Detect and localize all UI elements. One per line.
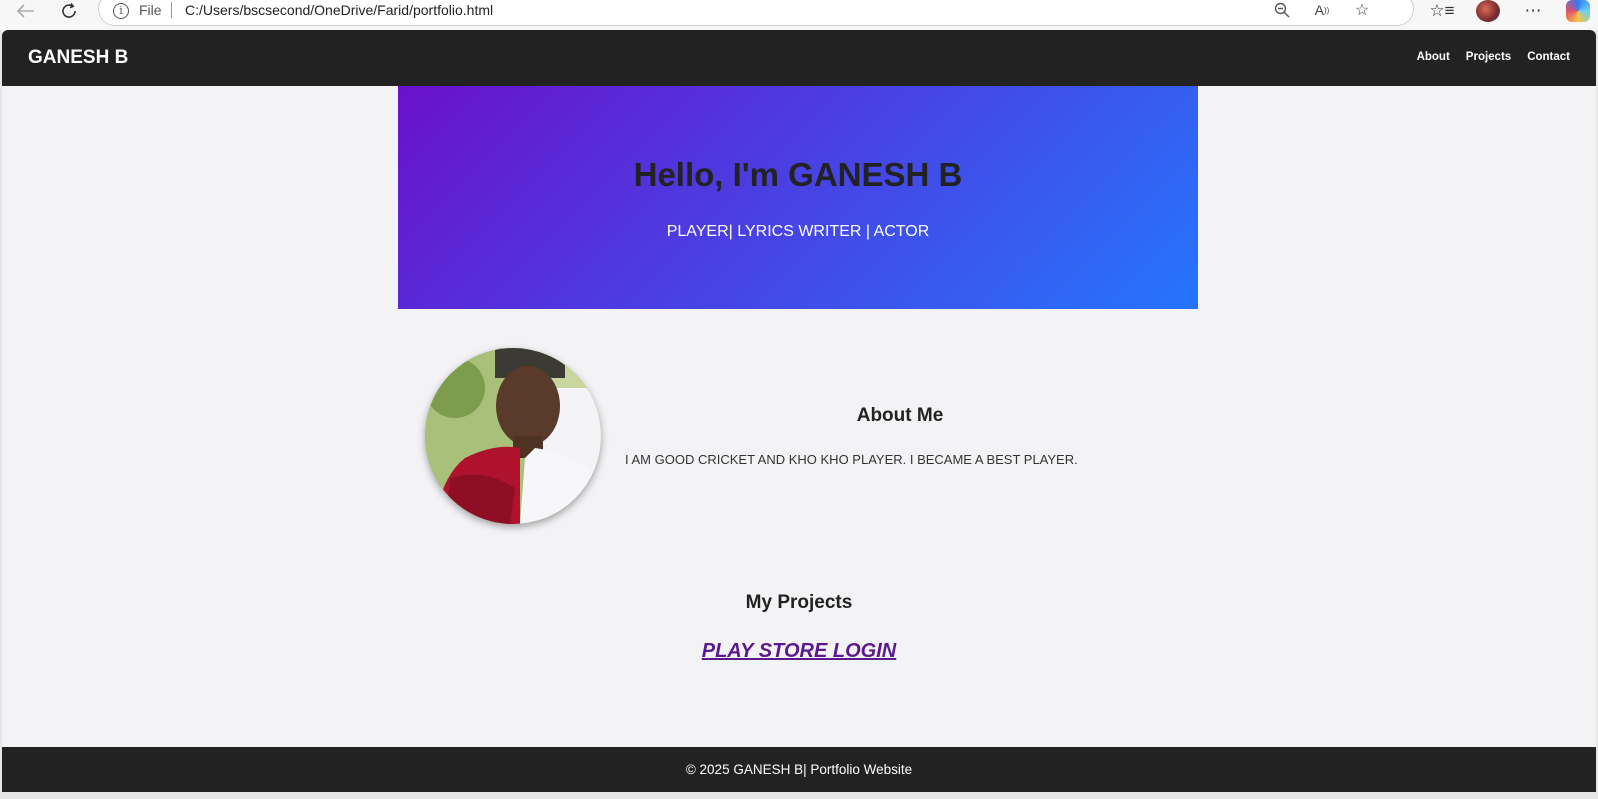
about-text: I AM GOOD CRICKET AND KHO KHO PLAYER. I …: [625, 452, 1078, 467]
footer-text: © 2025 GANESH B| Portfolio Website: [685, 762, 913, 777]
profile-avatar-icon[interactable]: [1476, 0, 1500, 22]
nav-projects[interactable]: Projects: [1466, 51, 1511, 63]
profile-photo: [425, 348, 601, 524]
site-logo: GANESH B: [28, 47, 129, 68]
site-footer: © 2025 GANESH B| Portfolio Website: [2, 747, 1596, 792]
main-nav: About Projects Contact: [1417, 51, 1570, 63]
address-bar[interactable]: i File C:/Users/bscsecond/OneDrive/Farid…: [98, 0, 1414, 26]
address-divider: [171, 2, 172, 18]
read-aloud-icon[interactable]: A)): [1311, 0, 1333, 21]
projects-title: My Projects: [745, 592, 853, 613]
page-viewport: GANESH B About Projects Contact Hello, I…: [2, 30, 1596, 792]
back-arrow-icon[interactable]: [12, 0, 40, 22]
address-url[interactable]: C:/Users/bscsecond/OneDrive/Farid/portfo…: [185, 2, 493, 18]
hero-title: Hello, I'm GANESH B: [633, 156, 963, 193]
copilot-icon[interactable]: [1566, 0, 1590, 22]
favorites-list-icon[interactable]: ☆≡: [1429, 0, 1454, 22]
address-prefix: File: [139, 2, 162, 18]
browser-toolbar: i File C:/Users/bscsecond/OneDrive/Farid…: [0, 0, 1598, 30]
zoom-out-icon[interactable]: [1271, 0, 1293, 21]
project-link-play-store-login[interactable]: PLAY STORE LOGIN: [2, 640, 1596, 663]
hero-subtitle: PLAYER| LYRICS WRITER | ACTOR: [666, 223, 930, 240]
refresh-icon[interactable]: [55, 0, 83, 22]
nav-about[interactable]: About: [1417, 51, 1450, 63]
more-options-icon[interactable]: ⋯: [1521, 0, 1545, 22]
nav-contact[interactable]: Contact: [1527, 51, 1570, 63]
site-header: GANESH B About Projects Contact: [2, 30, 1596, 86]
about-title: About Me: [856, 405, 944, 426]
info-icon[interactable]: i: [113, 3, 129, 19]
hero-section: Hello, I'm GANESH B PLAYER| LYRICS WRITE…: [398, 86, 1198, 309]
favorite-star-icon[interactable]: ☆: [1351, 0, 1373, 21]
